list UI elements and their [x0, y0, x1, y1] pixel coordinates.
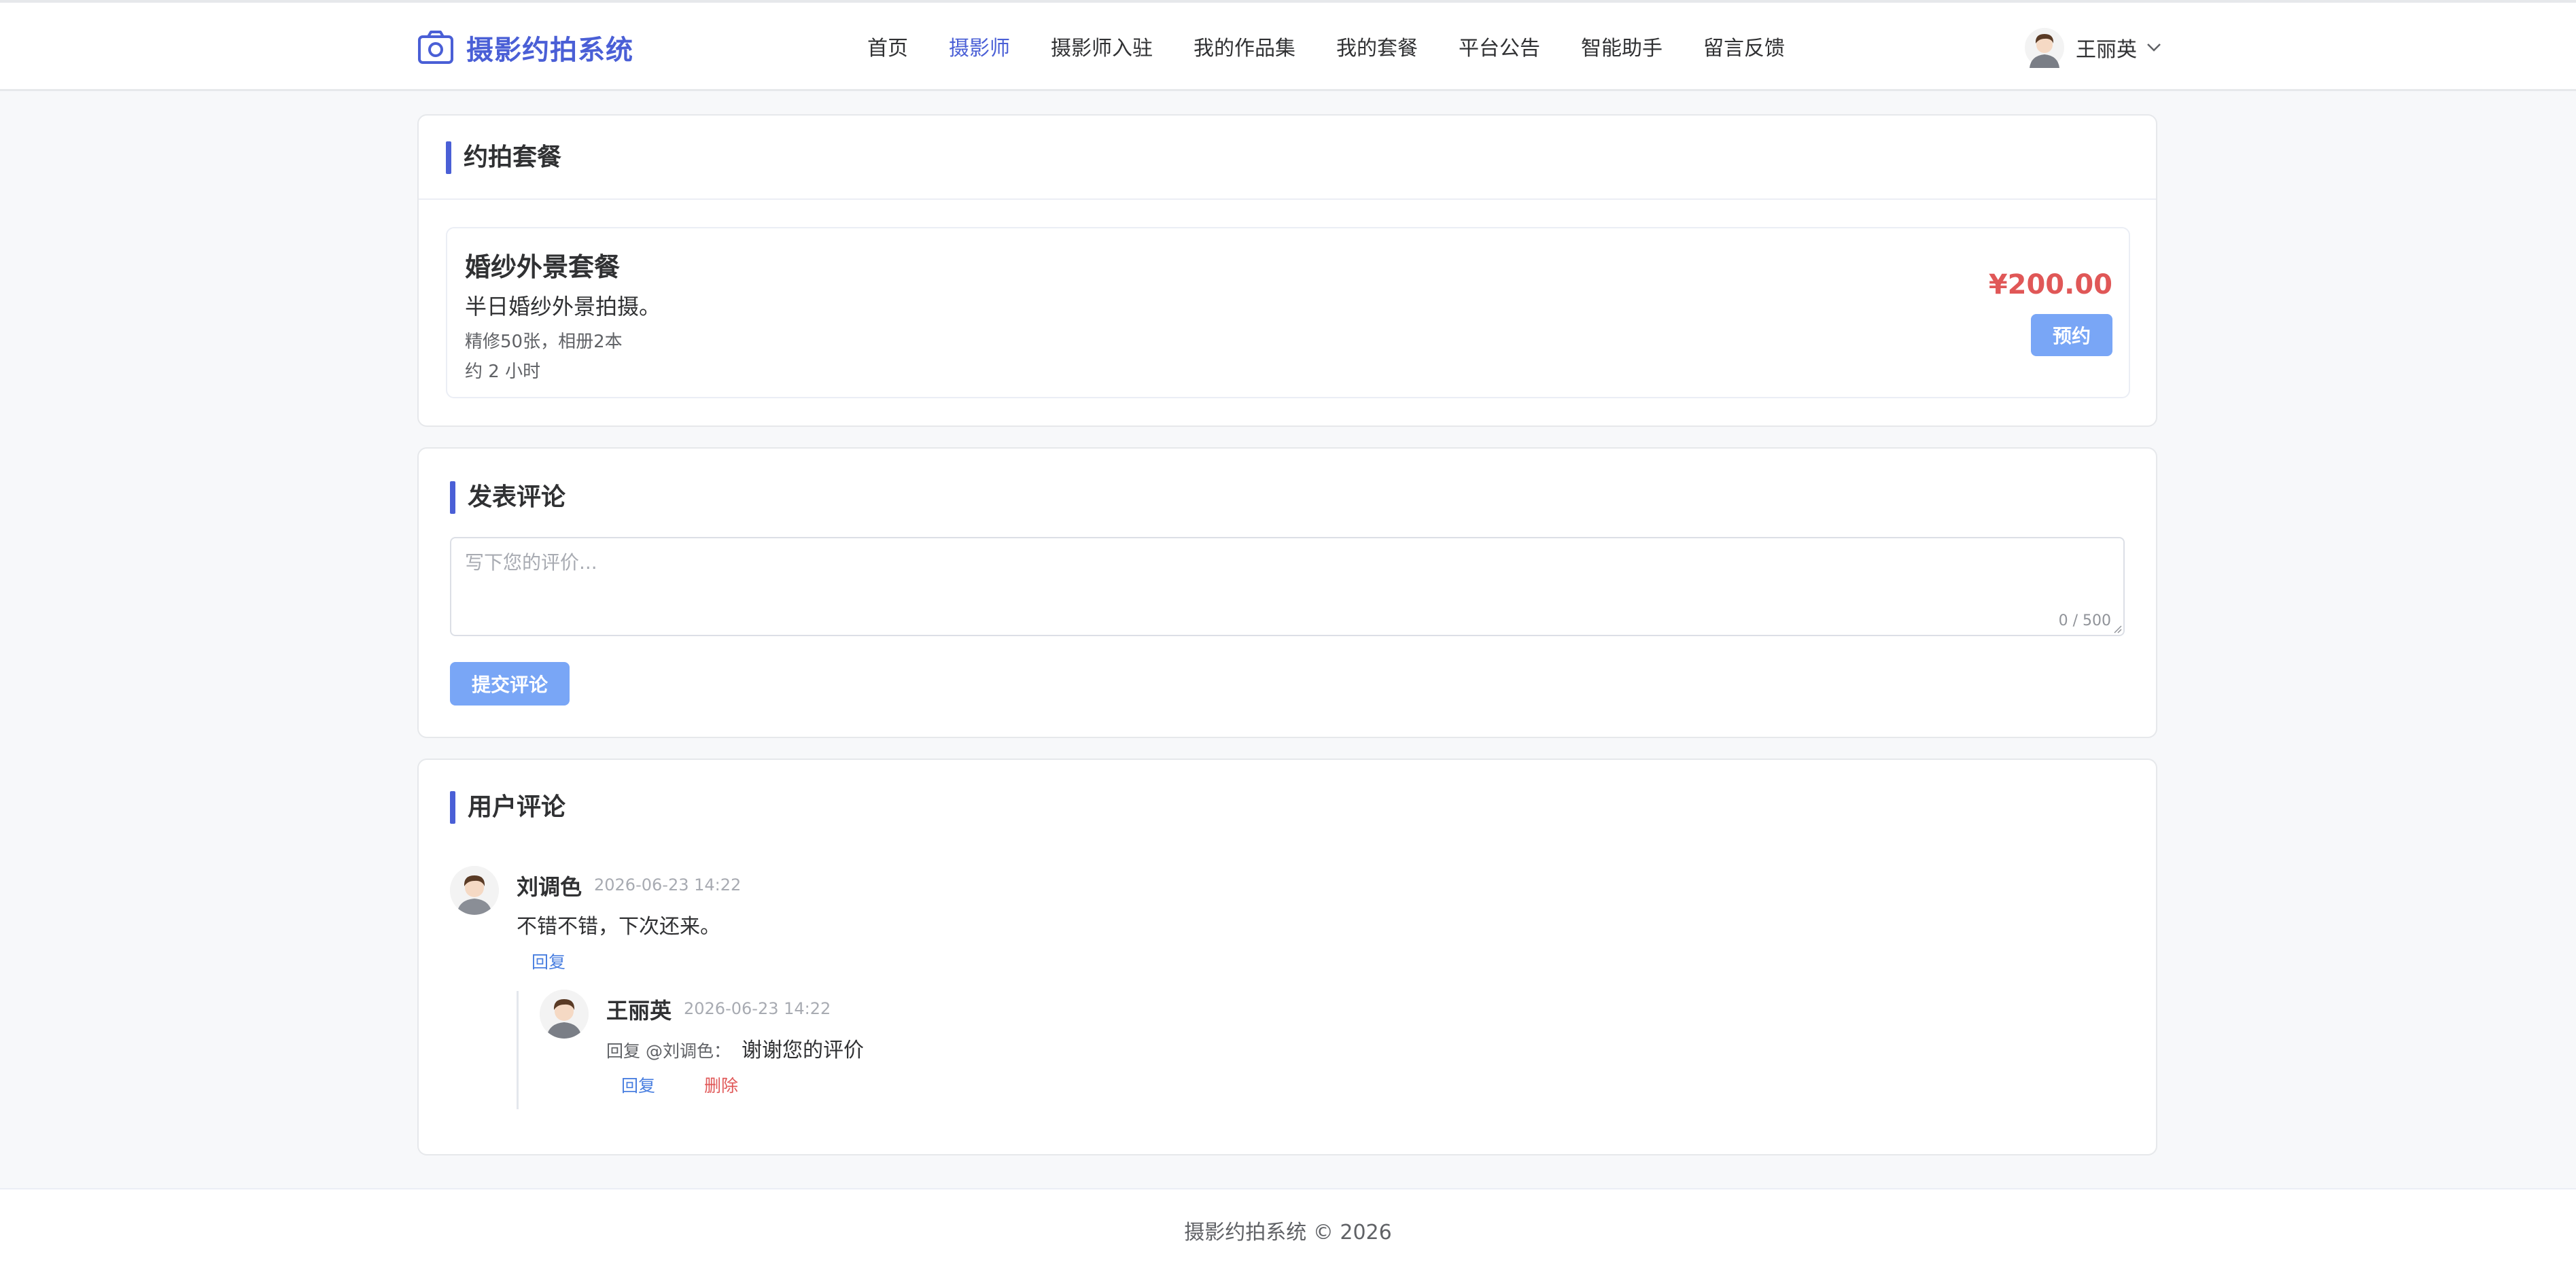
nav-item-photographer-join[interactable]: 摄影师入驻 [1051, 33, 1153, 65]
reply-text: 谢谢您的评价 [741, 1039, 864, 1062]
package-duration: 约 2 小时 [465, 362, 541, 382]
reply-time: 2026-06-23 14:22 [684, 999, 831, 1018]
nav-item-home[interactable]: 首页 [867, 33, 908, 65]
reply-text-line: 回复 @刘调色： 谢谢您的评价 [606, 1033, 864, 1063]
reply-author: 王丽英 [606, 998, 672, 1024]
avatar [450, 866, 499, 915]
book-button[interactable]: 预约 [2031, 314, 2112, 356]
section-title: 约拍套餐 [446, 141, 561, 174]
top-navbar: 摄影约拍系统 首页 摄影师 摄影师入驻 我的作品集 我的套餐 平台公告 智能助手… [0, 0, 2576, 91]
package-card: 婚纱外景套餐 半日婚纱外景拍摄。 精修50张，相册2本 约 2 小时 ¥200.… [446, 227, 2130, 398]
resize-handle-icon[interactable] [2112, 624, 2122, 633]
section-title: 用户评论 [450, 791, 565, 824]
nav-item-my-packages[interactable]: 我的套餐 [1336, 33, 1418, 65]
user-avatar [2025, 28, 2064, 68]
nav-item-announcements[interactable]: 平台公告 [1459, 33, 1540, 65]
section-title: 发表评论 [450, 481, 565, 514]
comment-form-section: 发表评论 0 / 500 提交评论 [417, 447, 2157, 738]
nav-item-my-portfolio[interactable]: 我的作品集 [1194, 33, 1295, 65]
page-footer: 摄影约拍系统 © 2026 [0, 1188, 2576, 1271]
reply-thread-line [517, 991, 519, 1109]
comment-input[interactable] [451, 538, 2123, 635]
user-menu[interactable]: 王丽英 [2024, 26, 2161, 69]
chevron-down-icon [2147, 43, 2161, 52]
package-price: ¥200.00 [1988, 269, 2112, 300]
submit-comment-button[interactable]: 提交评论 [450, 662, 570, 706]
avatar [540, 990, 589, 1039]
nav-item-photographers[interactable]: 摄影师 [949, 33, 1010, 65]
char-counter: 0 / 500 [2058, 612, 2111, 629]
comment-input-wrapper: 0 / 500 [450, 537, 2125, 636]
package-name: 婚纱外景套餐 [465, 252, 621, 282]
app-logo[interactable]: 摄影约拍系统 [417, 29, 633, 67]
nav-item-ai-assistant[interactable]: 智能助手 [1581, 33, 1663, 65]
package-section: 约拍套餐 婚纱外景套餐 半日婚纱外景拍摄。 精修50张，相册2本 约 2 小时 … [417, 114, 2157, 427]
package-detail: 精修50张，相册2本 [465, 332, 623, 352]
footer-copyright: 摄影约拍系统 © 2026 [1184, 1221, 1392, 1244]
camera-icon [418, 31, 453, 64]
nav-item-feedback[interactable]: 留言反馈 [1703, 33, 1785, 65]
delete-link[interactable]: 删除 [704, 1073, 738, 1097]
reply-link[interactable]: 回复 [532, 949, 565, 973]
comment-time: 2026-06-23 14:22 [594, 875, 742, 894]
user-name: 王丽英 [2076, 38, 2137, 62]
divider [419, 198, 2156, 200]
app-title: 摄影约拍系统 [466, 35, 633, 66]
comment-text: 不错不错，下次还来。 [517, 915, 720, 939]
main-nav: 首页 摄影师 摄影师入驻 我的作品集 我的套餐 平台公告 智能助手 留言反馈 [867, 33, 1826, 65]
reply-mention: 回复 @刘调色： [606, 1041, 731, 1061]
reply-link[interactable]: 回复 [621, 1073, 655, 1097]
comments-section: 用户评论 刘调色 2026-06-23 14:22 不错不错，下次还来。 回复 … [417, 759, 2157, 1155]
package-description: 半日婚纱外景拍摄。 [465, 294, 661, 319]
comment-author: 刘调色 [517, 874, 582, 900]
